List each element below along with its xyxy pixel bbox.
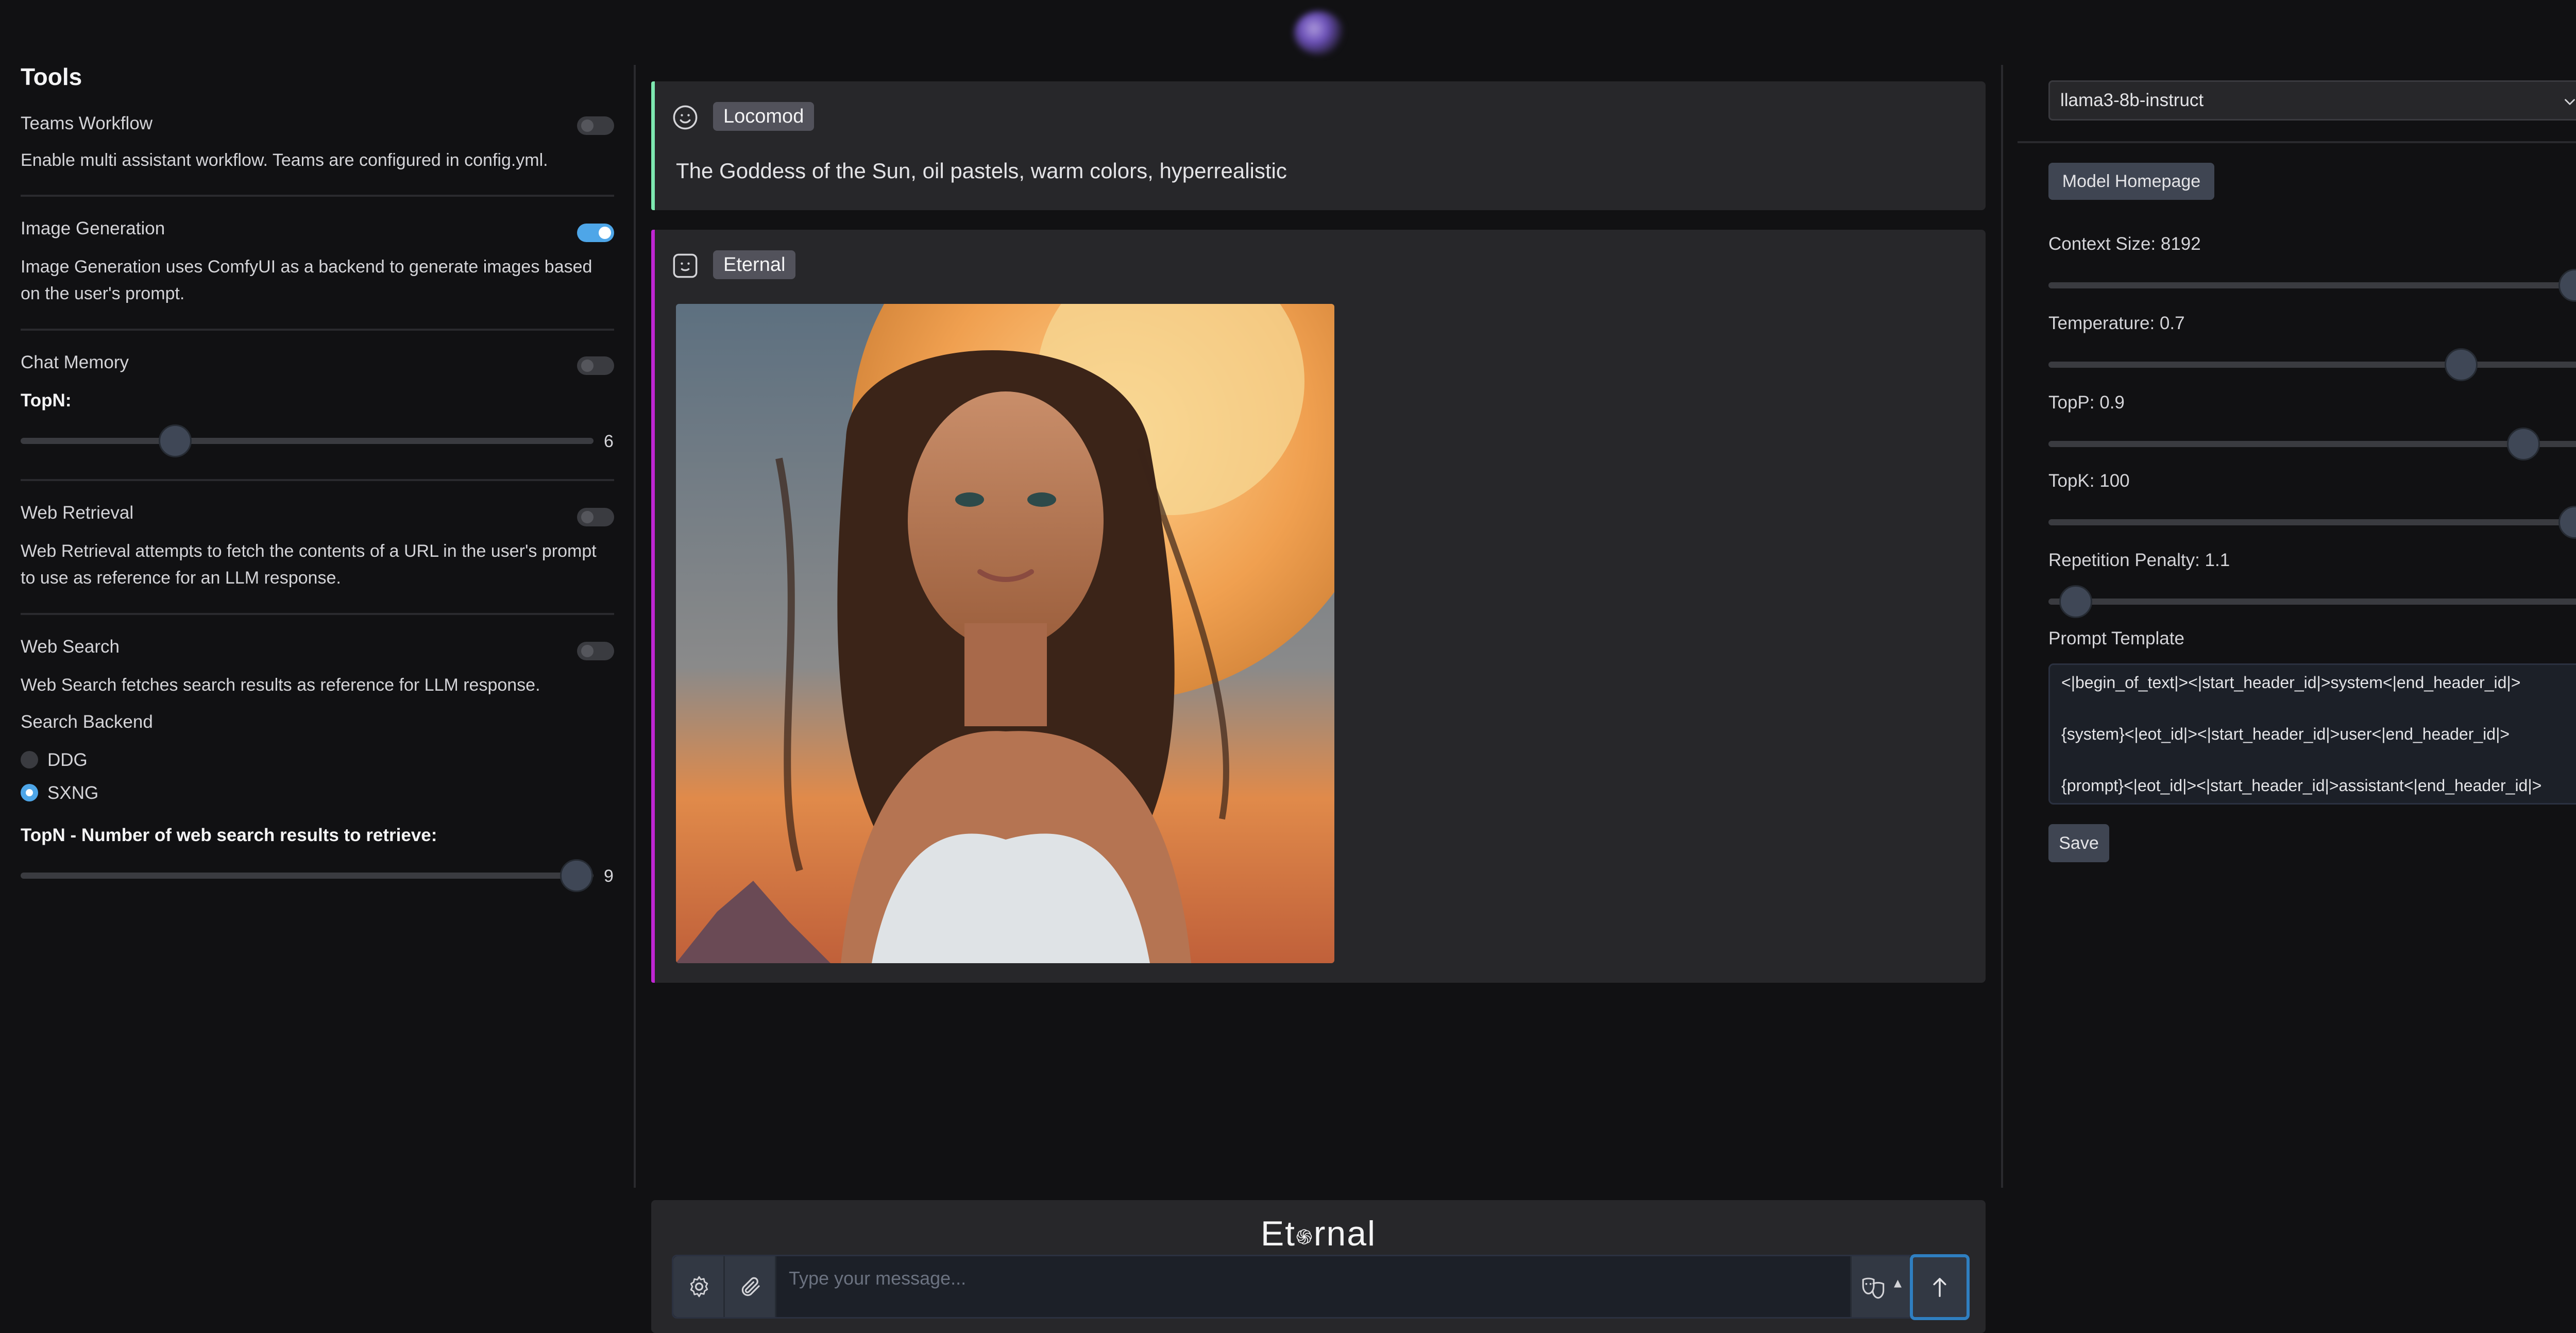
chat-memory-topn-slider-handle[interactable]: [159, 424, 192, 457]
chat-memory-topn-label: TopN:: [21, 390, 72, 411]
message-text: The Goddess of the Sun, oil pastels, war…: [676, 159, 1287, 183]
description-line: Web Retrieval attempts to fetch the cont…: [21, 541, 597, 561]
context-size-label: Context Size: 8192: [2048, 234, 2201, 254]
prompt-template-line: {system}<|eot_id|><|start_header_id|>use…: [2061, 725, 2510, 743]
web-retrieval-label: Web Retrieval: [21, 503, 134, 523]
send-button[interactable]: [1910, 1254, 1970, 1320]
chat-memory-topn-value: 6: [604, 432, 614, 451]
radio-sxng[interactable]: [21, 784, 38, 801]
temperature-slider[interactable]: [2048, 362, 2576, 368]
teams-workflow-toggle[interactable]: [577, 116, 614, 135]
topp-slider-handle[interactable]: [2507, 428, 2540, 460]
web-search-label: Web Search: [21, 637, 120, 657]
topk-slider[interactable]: [2048, 519, 2576, 525]
divider: [21, 195, 614, 197]
generated-image[interactable]: [676, 304, 1334, 963]
message-accent-bar: [651, 81, 655, 210]
description-line: to use as reference for an LLM response.: [21, 568, 341, 588]
paperclip-icon: [741, 1277, 760, 1296]
web-search-toggle[interactable]: [577, 642, 614, 660]
tools-title: Tools: [21, 63, 82, 90]
send-arrow-icon: [1933, 1278, 1946, 1297]
gear-icon: [690, 1276, 708, 1297]
smiley-icon: [673, 105, 698, 130]
web-search-topn-slider[interactable]: [21, 873, 594, 879]
attach-button[interactable]: [725, 1256, 776, 1317]
radio-sxng-label: SXNG: [47, 783, 99, 803]
sender-badge: Eternal: [713, 250, 796, 279]
topp-slider[interactable]: [2048, 441, 2576, 447]
divider: [21, 613, 614, 615]
prompt-template-label: Prompt Template: [2048, 628, 2184, 648]
web-search-topn-slider-handle[interactable]: [560, 859, 593, 892]
web-retrieval-toggle[interactable]: [577, 508, 614, 526]
description-line: on the user's prompt.: [21, 284, 185, 303]
web-search-topn-value: 9: [604, 866, 614, 886]
topp-label: TopP: 0.9: [2048, 392, 2125, 413]
input-row: ▴: [672, 1254, 1970, 1320]
brand-swirl-icon: ֍: [1296, 1226, 1314, 1249]
prompt-template-line: <|begin_of_text|><|start_header_id|>syst…: [2061, 673, 2521, 692]
web-retrieval-description: Web Retrieval attempts to fetch the cont…: [21, 538, 618, 591]
divider: [21, 479, 614, 481]
repetition-penalty-slider[interactable]: [2048, 599, 2576, 605]
context-size-slider[interactable]: [2048, 282, 2576, 288]
caret-up-icon: ▴: [1894, 1274, 1902, 1291]
image-generation-label: Image Generation: [21, 218, 165, 238]
chat-memory-topn-slider[interactable]: [21, 438, 594, 444]
brand-text-start: Et: [1260, 1214, 1296, 1253]
search-backend-label: Search Backend: [21, 712, 153, 732]
brand-text-end: rnal: [1313, 1214, 1377, 1253]
web-search-description: Web Search fetches search results as ref…: [21, 675, 540, 695]
description-line: Image Generation uses ComfyUI as a backe…: [21, 257, 592, 277]
bot-face-icon: [673, 253, 698, 278]
temperature-label: Temperature: 0.7: [2048, 313, 2185, 333]
teams-workflow-description: Enable multi assistant workflow. Teams a…: [21, 150, 548, 170]
radio-ddg[interactable]: [21, 751, 38, 768]
repetition-penalty-label: Repetition Penalty: 1.1: [2048, 550, 2230, 570]
image-generation-description: Image Generation uses ComfyUI as a backe…: [21, 253, 618, 307]
prompt-template-textarea[interactable]: <|begin_of_text|><|start_header_id|>syst…: [2048, 663, 2576, 805]
topk-label: TopK: 100: [2048, 471, 2130, 491]
left-divider: [634, 65, 636, 1188]
sender-badge: Locomod: [713, 102, 815, 131]
model-select-value: llama3-8b-instruct: [2060, 90, 2204, 110]
temperature-slider-handle[interactable]: [2445, 348, 2478, 381]
message-accent-bar: [651, 230, 655, 983]
message-user: Locomod The Goddess of the Sun, oil past…: [651, 81, 1986, 210]
composer: Et֍rnal ▴: [651, 1200, 1986, 1333]
radio-ddg-label: DDG: [47, 750, 88, 770]
message-assistant: Eternal: [651, 230, 1986, 983]
image-generation-toggle[interactable]: [577, 224, 614, 242]
persona-button[interactable]: ▴: [1850, 1256, 1910, 1317]
repetition-penalty-slider-handle[interactable]: [2059, 585, 2092, 618]
divider: [2018, 141, 2576, 143]
teams-workflow-label: Teams Workflow: [21, 113, 153, 133]
model-homepage-button[interactable]: Model Homepage: [2048, 163, 2214, 200]
model-select[interactable]: llama3-8b-instruct: [2048, 80, 2576, 121]
web-search-topn-label: TopN - Number of web search results to r…: [21, 825, 437, 845]
topk-slider-handle[interactable]: [2558, 506, 2576, 539]
prompt-template-line: {prompt}<|eot_id|><|start_header_id|>ass…: [2061, 776, 2542, 795]
chat-memory-toggle[interactable]: [577, 356, 614, 375]
chevron-down-icon: [2565, 99, 2575, 105]
theater-masks-icon: [1862, 1277, 1885, 1299]
right-divider: [2001, 65, 2003, 1188]
save-button[interactable]: Save: [2048, 824, 2109, 862]
divider: [21, 329, 614, 331]
brand-wordmark: Et֍rnal: [651, 1214, 1986, 1254]
context-size-slider-handle[interactable]: [2558, 269, 2576, 302]
settings-button[interactable]: [673, 1256, 725, 1317]
chat-memory-label: Chat Memory: [21, 352, 129, 372]
app-logo: [1294, 11, 1344, 55]
message-input[interactable]: [778, 1256, 1824, 1317]
